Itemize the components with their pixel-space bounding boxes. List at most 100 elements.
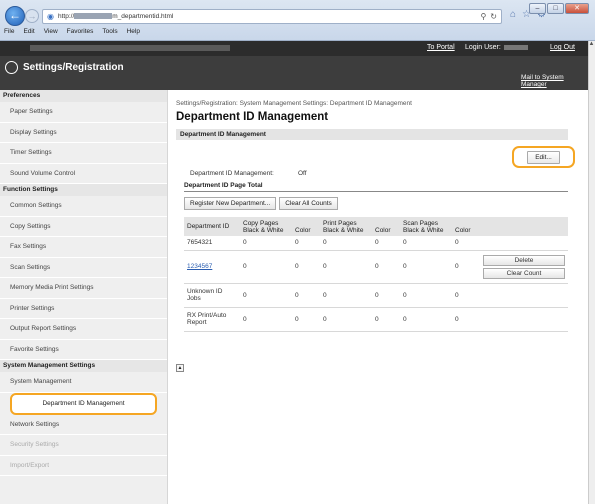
sidebar-item-printer-settings[interactable]: Printer Settings [0, 299, 167, 319]
menu-view[interactable]: View [44, 28, 58, 40]
sidebar-item-fax-settings[interactable]: Fax Settings [0, 237, 167, 258]
delete-button[interactable]: Delete [483, 254, 565, 266]
sidebar-item-favorite-settings[interactable]: Favorite Settings [0, 340, 167, 360]
count-cell: 0 [320, 283, 372, 308]
edit-button[interactable]: Edit... [527, 150, 560, 164]
col-copy-color: Color [292, 217, 320, 236]
count-cell: 0 [452, 283, 480, 308]
address-tools: ⚲ ↻ [480, 12, 501, 21]
sidebar-item-sound-volume[interactable]: Sound Volume Control [0, 164, 167, 184]
back-button[interactable]: ← [5, 6, 25, 26]
count-cell: 0 [452, 250, 480, 284]
maximize-button[interactable]: □ [547, 3, 564, 14]
refresh-icon[interactable]: ↻ [490, 12, 497, 21]
count-cell: 0 [400, 307, 452, 332]
department-id-cell: Unknown ID Jobs [184, 283, 240, 308]
address-url: http://m_departmentid.html [57, 13, 174, 20]
sidebar-item-security-settings[interactable]: Security Settings [0, 435, 167, 456]
table-header-row: Department ID Copy Pages Black & White Co… [184, 217, 568, 236]
count-cell: 0 [240, 307, 292, 332]
section-title: Department ID Management [176, 129, 568, 140]
table-row: RX Print/Auto Report 0 0 0 0 0 0 [184, 307, 568, 332]
col-department-id: Department ID [184, 217, 240, 236]
to-portal-link[interactable]: To Portal [427, 44, 455, 51]
scroll-to-top-icon[interactable]: ▲ [176, 364, 184, 372]
count-cell: 0 [292, 236, 320, 251]
count-cell: 0 [372, 283, 400, 308]
col-copy-bw: Copy Pages Black & White [240, 217, 292, 236]
clear-all-counts-button[interactable]: Clear All Counts [279, 197, 338, 210]
sidebar-item-scan-settings[interactable]: Scan Settings [0, 258, 167, 278]
action-buttons: Register New Department... Clear All Cou… [184, 197, 338, 210]
sidebar-item-output-report[interactable]: Output Report Settings [0, 319, 167, 340]
sidebar-item-memory-media[interactable]: Memory Media Print Settings [0, 278, 167, 299]
count-cell: 0 [240, 283, 292, 308]
register-department-button[interactable]: Register New Department... [184, 197, 277, 210]
page-total-label: Department ID Page Total [184, 182, 263, 189]
app-title-wrap: Settings/Registration [5, 61, 124, 74]
sidebar-item-copy-settings[interactable]: Copy Settings [0, 217, 167, 237]
menu-tools[interactable]: Tools [102, 28, 117, 40]
menu-help[interactable]: Help [127, 28, 140, 40]
status-value: Off [298, 170, 307, 177]
address-bar[interactable]: ◉ http://m_departmentid.html ⚲ ↻ [42, 9, 502, 24]
count-cell: 0 [240, 250, 292, 284]
count-cell: 0 [320, 250, 372, 284]
sidebar-section-system: System Management Settings [0, 360, 167, 372]
col-actions [480, 217, 568, 236]
count-cell: 0 [292, 307, 320, 332]
department-id-link[interactable]: 1234567 [187, 263, 212, 270]
col-print-bw: Print Pages Black & White [320, 217, 372, 236]
menu-favorites[interactable]: Favorites [67, 28, 94, 40]
menu-edit[interactable]: Edit [23, 28, 34, 40]
logout-link[interactable]: Log Out [550, 44, 575, 51]
sidebar: Preferences Paper Settings Display Setti… [0, 90, 168, 504]
sidebar-item-timer-settings[interactable]: Timer Settings [0, 143, 167, 164]
count-cell: 0 [372, 236, 400, 251]
close-button[interactable]: ✕ [565, 3, 589, 14]
actions-cell: Delete Clear Count [480, 250, 568, 284]
sidebar-item-system-management[interactable]: System Management [0, 372, 167, 393]
sidebar-item-display-settings[interactable]: Display Settings [0, 123, 167, 143]
count-cell: 0 [452, 236, 480, 251]
clear-count-button[interactable]: Clear Count [483, 267, 565, 279]
count-cell: 0 [292, 250, 320, 284]
window-controls: – □ ✕ [529, 3, 589, 14]
count-cell: 0 [292, 283, 320, 308]
redacted-host [74, 13, 113, 20]
app-header-top: To Portal Login User: Log Out [0, 41, 588, 56]
count-cell: 0 [240, 236, 292, 251]
col-scan-color: Color [452, 217, 480, 236]
sidebar-section-function: Function Settings [0, 184, 167, 196]
table-row: 7654321 0 0 0 0 0 0 [184, 236, 568, 251]
count-cell: 0 [400, 250, 452, 284]
sidebar-item-import-export[interactable]: Import/Export [0, 456, 167, 476]
sidebar-item-department-id[interactable]: Department ID Management [10, 392, 157, 415]
sidebar-item-network-settings[interactable]: Network Settings [0, 415, 167, 435]
actions-cell [480, 283, 568, 308]
menu-file[interactable]: File [4, 28, 14, 40]
page-icon: ◉ [47, 12, 54, 21]
count-cell: 0 [320, 236, 372, 251]
status-label: Department ID Management: [190, 170, 274, 177]
browser-chrome: ← → ◉ http://m_departmentid.html ⚲ ↻ ⌂ ☆… [0, 0, 595, 41]
count-cell: 0 [372, 307, 400, 332]
scroll-up-icon[interactable]: ▲ [588, 41, 595, 50]
redacted-user [503, 44, 528, 50]
forward-button[interactable]: → [25, 9, 39, 23]
home-icon[interactable]: ⌂ [510, 9, 516, 20]
mail-manager-link[interactable]: Mail to System Manager [521, 74, 588, 88]
login-user: Login User: [465, 44, 528, 51]
sidebar-item-paper-settings[interactable]: Paper Settings [0, 102, 167, 123]
app-header: To Portal Login User: Log Out Settings/R… [0, 41, 588, 90]
settings-icon [5, 61, 18, 74]
department-id-cell: 7654321 [184, 236, 240, 251]
search-icon[interactable]: ⚲ [480, 12, 486, 21]
minimize-button[interactable]: – [529, 3, 546, 14]
department-table: Department ID Copy Pages Black & White Co… [184, 217, 568, 332]
scrollbar[interactable] [588, 41, 595, 504]
breadcrumb: Settings/Registration: System Management… [176, 100, 412, 107]
redacted-device-name [30, 45, 230, 51]
sidebar-item-common-settings[interactable]: Common Settings [0, 196, 167, 217]
count-cell: 0 [452, 307, 480, 332]
